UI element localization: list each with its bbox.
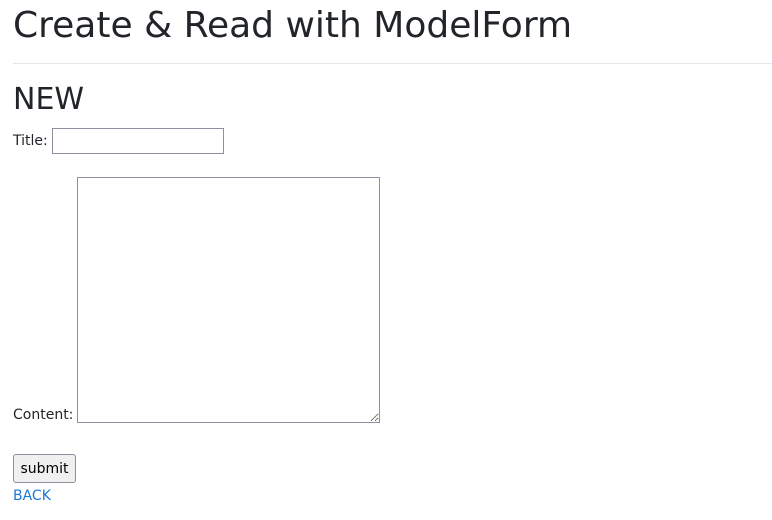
page-container: Create & Read with ModelForm NEW Title: … — [13, 0, 772, 504]
title-label: Title: — [13, 133, 48, 149]
content-textarea[interactable] — [77, 177, 381, 423]
submit-button[interactable]: submit — [13, 454, 76, 483]
content-row: Content: — [13, 177, 381, 423]
back-link[interactable]: BACK — [13, 488, 51, 504]
title-input[interactable] — [51, 128, 224, 154]
header-divider — [13, 63, 772, 64]
page-title: Create & Read with ModelForm — [13, 5, 573, 46]
title-row: Title: — [13, 126, 224, 156]
content-label: Content: — [13, 407, 74, 423]
section-title: NEW — [13, 82, 85, 117]
